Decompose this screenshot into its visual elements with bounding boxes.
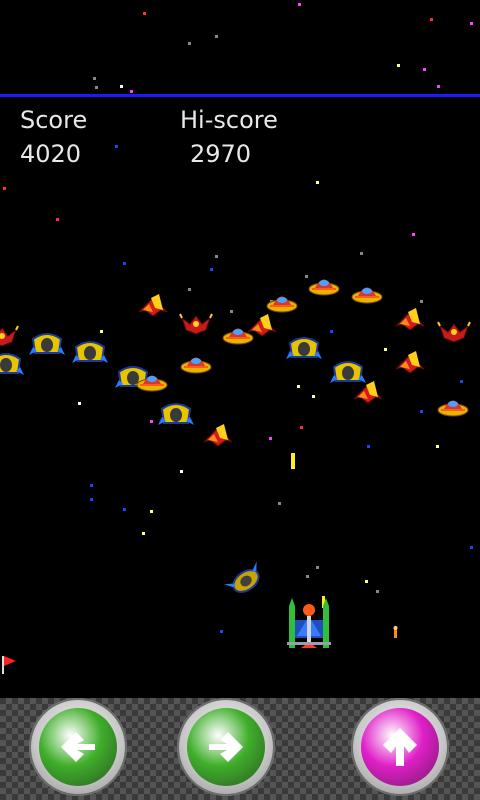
- player-ship: [287, 598, 331, 648]
- enemy-ship: [437, 321, 471, 343]
- star: [312, 395, 315, 398]
- star: [90, 498, 93, 501]
- move-left-button[interactable]: [29, 698, 127, 796]
- arrow-right-icon: [209, 732, 243, 762]
- playfield: [0, 3, 473, 674]
- enemy-ship: [330, 361, 366, 383]
- fire-button-face: [361, 708, 439, 786]
- score-value: 4020: [20, 140, 82, 168]
- enemy-ship: [286, 337, 322, 359]
- star: [123, 262, 126, 265]
- star: [115, 145, 118, 148]
- star: [470, 546, 473, 549]
- star: [316, 566, 319, 569]
- star: [306, 575, 309, 578]
- enemy-ship: [0, 325, 19, 347]
- enemy-ship: [353, 381, 383, 404]
- star: [430, 18, 433, 21]
- star: [297, 385, 300, 388]
- star: [120, 85, 123, 88]
- enemy-ship: [29, 333, 65, 355]
- star: [397, 64, 400, 67]
- red-flag-icon: [2, 656, 16, 674]
- star: [123, 508, 126, 511]
- star: [150, 510, 153, 513]
- star: [436, 445, 439, 448]
- star: [220, 630, 223, 633]
- enemy-ship: [395, 308, 425, 331]
- star: [100, 330, 103, 333]
- hud-divider: [0, 94, 480, 97]
- star: [305, 275, 308, 278]
- star: [316, 181, 319, 184]
- enemy-ship: [266, 296, 298, 313]
- enemy-ship: [180, 357, 212, 374]
- enemy-ship: [351, 287, 383, 304]
- star: [215, 35, 218, 38]
- arrow-up-icon: [383, 728, 417, 766]
- star: [215, 255, 218, 258]
- star: [78, 402, 81, 405]
- star: [278, 502, 281, 505]
- star: [420, 410, 423, 413]
- score-label: Score: [20, 106, 88, 134]
- enemy-ship: [437, 400, 469, 417]
- move-right-button-face: [187, 708, 265, 786]
- arrow-left-icon: [61, 732, 95, 762]
- star: [360, 252, 363, 255]
- star: [143, 12, 146, 15]
- star: [130, 90, 133, 93]
- star: [180, 470, 183, 473]
- star: [437, 85, 440, 88]
- star: [470, 22, 473, 25]
- control-bar: [0, 698, 480, 800]
- enemy-ship: [158, 403, 194, 425]
- enemy-missile: [393, 626, 398, 638]
- enemy-ship: [247, 314, 277, 337]
- star: [376, 590, 379, 593]
- enemy-ship: [395, 351, 425, 374]
- star: [95, 86, 98, 89]
- fire-button[interactable]: [351, 698, 449, 796]
- star: [3, 187, 6, 190]
- star: [210, 268, 213, 271]
- star: [93, 77, 96, 80]
- enemy-ship: [308, 279, 340, 296]
- star: [150, 420, 153, 423]
- star: [423, 68, 426, 71]
- move-right-button[interactable]: [177, 698, 275, 796]
- star: [367, 445, 370, 448]
- diving-enemy-ship: [223, 561, 260, 593]
- star: [90, 484, 93, 487]
- star: [230, 310, 233, 313]
- hiscore-label: Hi-score: [180, 106, 278, 134]
- star: [384, 348, 387, 351]
- star: [269, 437, 272, 440]
- star: [420, 300, 423, 303]
- enemy-ship: [203, 424, 233, 447]
- move-left-button-face: [39, 708, 117, 786]
- enemy-bullet: [291, 453, 295, 469]
- star: [460, 380, 463, 383]
- enemy-formation: [0, 279, 471, 447]
- star: [56, 218, 59, 221]
- enemy-ship: [179, 313, 213, 335]
- star: [300, 426, 303, 429]
- star: [412, 233, 415, 236]
- star: [298, 3, 301, 6]
- enemy-ship: [138, 294, 168, 317]
- game-screen: Score 4020 Hi-score 2970: [0, 0, 480, 800]
- star: [365, 580, 368, 583]
- star: [188, 288, 191, 291]
- star: [330, 330, 333, 333]
- hiscore-value: 2970: [190, 140, 252, 168]
- star: [142, 532, 145, 535]
- enemy-ship: [0, 353, 24, 375]
- star: [188, 42, 191, 45]
- enemy-ship: [72, 341, 108, 363]
